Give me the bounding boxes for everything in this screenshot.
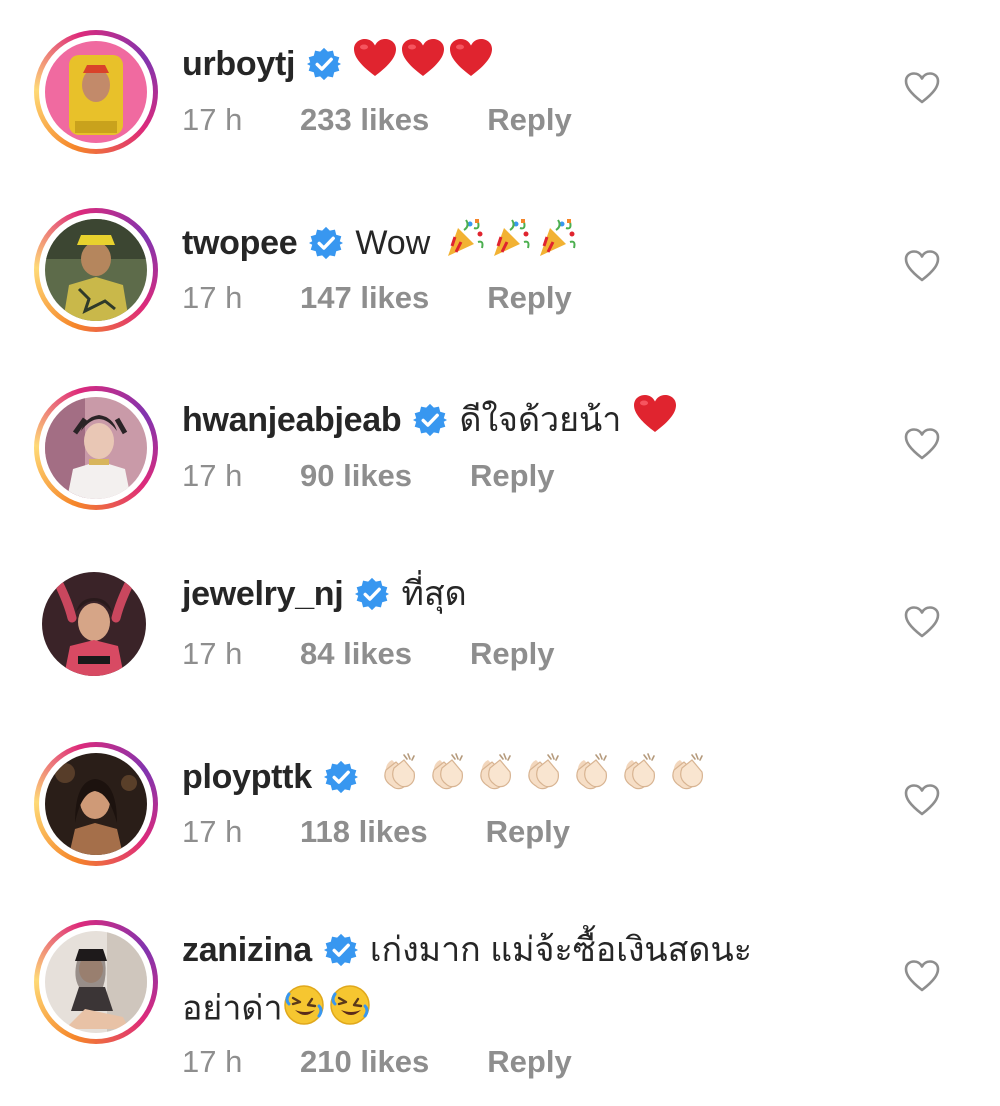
- comment-likes-count[interactable]: 90 likes: [300, 456, 412, 496]
- rolling-laughing-icon: [283, 984, 325, 1037]
- comment-username[interactable]: twopee: [182, 221, 298, 265]
- reply-button[interactable]: Reply: [487, 100, 571, 140]
- rolling-laughing-icon: [329, 984, 371, 1037]
- party-popper-icon: [444, 216, 486, 269]
- comment-likes-count[interactable]: 147 likes: [300, 278, 429, 318]
- comment-text: ดีใจด้วยน้า: [459, 400, 622, 439]
- avatar: [45, 219, 147, 321]
- like-heart-icon[interactable]: [904, 72, 940, 104]
- avatar-story-ring[interactable]: [34, 30, 158, 154]
- comment-timestamp: 17 h: [182, 814, 243, 849]
- like-heart-icon[interactable]: [904, 960, 940, 992]
- clapping-hands-icon: [426, 750, 468, 803]
- party-popper-icon: [490, 216, 532, 269]
- clapping-hands-icon: [666, 750, 708, 803]
- verified-badge-icon: [355, 577, 390, 611]
- comment-timestamp: 17 h: [182, 636, 243, 671]
- comment-likes-count[interactable]: 84 likes: [300, 634, 412, 674]
- verified-badge-icon: [323, 760, 358, 793]
- comment-username[interactable]: urboytj: [182, 42, 295, 86]
- clapping-hands-icon: [522, 750, 564, 803]
- heart-emoji-icon: [633, 394, 677, 445]
- comment-text: Wow: [355, 223, 431, 262]
- comment-text-continued: อย่าด่า: [182, 989, 283, 1028]
- comment-timestamp: 17 h: [182, 280, 243, 315]
- like-heart-icon[interactable]: [904, 250, 940, 282]
- reply-button[interactable]: Reply: [470, 456, 554, 496]
- comment-text: ที่สุด: [401, 575, 467, 613]
- avatar-container[interactable]: [34, 564, 158, 688]
- party-popper-icon: [536, 216, 578, 269]
- verified-badge-icon: [309, 226, 344, 259]
- clapping-hands-icon: [618, 750, 660, 803]
- comment-timestamp: 17 h: [182, 458, 243, 493]
- reply-button[interactable]: Reply: [487, 1042, 571, 1082]
- comment-username[interactable]: jewelry_nj: [182, 572, 344, 616]
- comment-timestamp: 17 h: [182, 102, 243, 137]
- avatar: [45, 397, 147, 499]
- verified-badge-icon: [413, 403, 448, 436]
- clapping-hands-icon: [474, 750, 516, 803]
- avatar-story-ring[interactable]: [34, 208, 158, 332]
- comment-likes-count[interactable]: 210 likes: [300, 1042, 429, 1082]
- heart-emoji-icon: [401, 38, 445, 89]
- avatar: [42, 572, 146, 676]
- comment-username[interactable]: zanizina: [182, 928, 312, 972]
- comment-username[interactable]: ploypttk: [182, 755, 312, 799]
- verified-badge-icon: [323, 933, 358, 967]
- comment-text: เก่งมาก แม่จ้ะซื้อเงินสดนะ: [369, 931, 753, 969]
- reply-button[interactable]: Reply: [487, 278, 571, 318]
- avatar: [45, 931, 147, 1033]
- like-heart-icon[interactable]: [904, 784, 940, 816]
- avatar-story-ring[interactable]: [34, 920, 158, 1044]
- like-heart-icon[interactable]: [904, 428, 940, 460]
- reply-button[interactable]: Reply: [486, 812, 570, 852]
- comment-username[interactable]: hwanjeabjeab: [182, 398, 402, 442]
- reply-button[interactable]: Reply: [470, 634, 554, 674]
- avatar: [45, 41, 147, 143]
- verified-badge-icon: [307, 47, 342, 80]
- comment-timestamp: 17 h: [182, 1044, 243, 1079]
- like-heart-icon[interactable]: [904, 606, 940, 638]
- clapping-hands-icon: [570, 750, 612, 803]
- avatar-story-ring[interactable]: [34, 386, 158, 510]
- comment-likes-count[interactable]: 233 likes: [300, 100, 429, 140]
- heart-emoji-icon: [353, 38, 397, 89]
- avatar: [45, 753, 147, 855]
- clapping-hands-icon: [378, 750, 420, 803]
- avatar-story-ring[interactable]: [34, 742, 158, 866]
- heart-emoji-icon: [449, 38, 493, 89]
- comment-text-line2: อย่าด่า: [182, 984, 371, 1037]
- comment-likes-count[interactable]: 118 likes: [300, 812, 428, 852]
